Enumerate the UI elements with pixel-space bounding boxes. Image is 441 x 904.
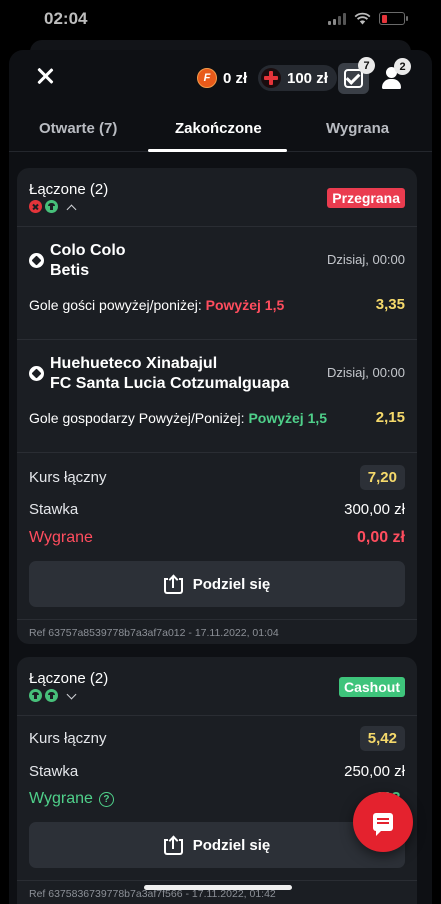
status-badge: Przegrana — [327, 188, 405, 208]
bonus-balance[interactable]: 100 zł — [258, 65, 337, 91]
status-icons — [328, 12, 408, 25]
share-button[interactable]: Podziel się — [29, 822, 405, 868]
selection-odd: 2,15 — [375, 409, 405, 426]
chevron-up-icon[interactable] — [66, 201, 78, 213]
share-button[interactable]: Podziel się — [29, 561, 405, 607]
status-bar: 02:04 — [0, 0, 441, 40]
won-selection-icon — [45, 689, 58, 702]
selection-item: Colo Colo Betis Dzisiaj, 00:00 Gole gośc… — [17, 227, 417, 339]
stake-row: Stawka 300,00 zł — [29, 501, 405, 518]
total-odds-row: Kurs łączny 5,42 — [29, 726, 405, 751]
stake-label: Stawka — [29, 763, 79, 780]
coins-value: 0 zł — [223, 69, 248, 87]
total-odds-row: Kurs łączny 7,20 — [29, 465, 405, 490]
bet-tabs: Otwarte (7) Zakończone Wygrana — [9, 108, 432, 152]
winnings-label-group: Wygrane ? — [29, 790, 114, 808]
home-team: Huehueteco Xinabajul — [50, 355, 218, 372]
won-selection-icon — [29, 689, 42, 702]
card-header[interactable]: Łączone (2) Cashout — [17, 657, 417, 715]
bet-reference: Ref 63757a8539778b7a3af7a012 - 17.11.202… — [29, 627, 279, 639]
plus-cross-icon — [261, 68, 281, 88]
tab-finished[interactable]: Zakończone — [175, 120, 262, 137]
stake-row: Stawka 250,00 zł — [29, 763, 405, 780]
tab-open[interactable]: Otwarte (7) — [39, 120, 117, 137]
help-icon[interactable]: ? — [98, 791, 114, 807]
bet-card: Łączone (2) Przegrana Colo Colo Betis Dz… — [17, 168, 417, 644]
close-icon[interactable] — [35, 66, 55, 86]
status-badge: Cashout — [339, 677, 405, 697]
kickoff-time: Dzisiaj, 00:00 — [326, 365, 405, 380]
home-indicator[interactable] — [144, 885, 292, 890]
total-odds-label: Kurs łączny — [29, 730, 107, 747]
won-selection-icon — [45, 200, 58, 213]
sheet-header: F 0 zł 100 zł 7 2 — [9, 50, 432, 108]
bonus-value: 100 zł — [287, 69, 328, 87]
card-header[interactable]: Łączone (2) Przegrana — [17, 168, 417, 226]
active-tab-indicator — [148, 149, 287, 152]
selection-odd: 3,35 — [375, 296, 405, 313]
chevron-down-icon[interactable] — [66, 690, 78, 702]
soccer-ball-icon — [29, 253, 44, 268]
stake-label: Stawka — [29, 501, 79, 518]
notifications-badge: 2 — [394, 58, 411, 75]
stake-value: 300,00 zł — [344, 501, 405, 518]
match-teams: Huehueteco Xinabajul FC Santa Lucia Cotz… — [50, 354, 289, 394]
bets-sheet: F 0 zł 100 zł 7 2 Otwarte (7) Zakończone… — [9, 50, 432, 904]
kickoff-time: Dzisiaj, 00:00 — [326, 252, 405, 267]
coins-balance[interactable]: F 0 zł — [197, 65, 247, 91]
market-name: Gole gości powyżej/poniżej: — [29, 297, 202, 313]
winnings-row: Wygrane 0,00 zł — [29, 529, 405, 547]
total-odds-label: Kurs łączny — [29, 469, 107, 486]
away-team: FC Santa Lucia Cotzumalguapa — [50, 375, 290, 392]
signal-icon — [328, 12, 346, 25]
share-icon — [163, 835, 183, 855]
betslip-count-badge: 7 — [358, 57, 375, 74]
match-teams: Colo Colo Betis — [50, 241, 126, 281]
lost-selection-icon — [29, 200, 42, 213]
market-line: Gole gospodarzy Powyżej/Poniżej: Powyżej… — [29, 410, 327, 426]
coin-icon: F — [197, 68, 217, 88]
total-odds-value: 7,20 — [359, 465, 405, 490]
winnings-value: 0,00 zł — [356, 529, 405, 546]
stake-value: 250,00 zł — [344, 763, 405, 780]
chat-button[interactable] — [353, 792, 413, 852]
status-time: 02:04 — [44, 9, 88, 28]
market-name: Gole gospodarzy Powyżej/Poniżej: — [29, 410, 245, 426]
winnings-label: Wygrane — [29, 790, 93, 807]
pick-value: Powyżej 1,5 — [205, 297, 285, 313]
share-label: Podziel się — [192, 575, 271, 593]
away-team: Betis — [50, 262, 90, 279]
wifi-icon — [354, 12, 371, 25]
total-odds-value: 5,42 — [359, 726, 405, 751]
winnings-row: Wygrane ? 413, — [29, 790, 405, 808]
selection-item: Huehueteco Xinabajul FC Santa Lucia Cotz… — [17, 340, 417, 452]
battery-icon — [379, 12, 408, 25]
soccer-ball-icon — [29, 366, 44, 381]
share-icon — [163, 574, 183, 594]
home-team: Colo Colo — [50, 242, 126, 259]
bet-card: Łączone (2) Cashout Kurs łączny 5,42 Sta… — [17, 657, 417, 904]
market-line: Gole gości powyżej/poniżej: Powyżej 1,5 — [29, 297, 284, 313]
winnings-label: Wygrane — [29, 529, 93, 546]
pick-value: Powyżej 1,5 — [248, 410, 328, 426]
tab-won[interactable]: Wygrana — [326, 120, 389, 137]
share-label: Podziel się — [192, 836, 271, 854]
bet-summary: Kurs łączny 7,20 Stawka 300,00 zł Wygran… — [17, 453, 417, 644]
chat-icon — [373, 813, 393, 836]
